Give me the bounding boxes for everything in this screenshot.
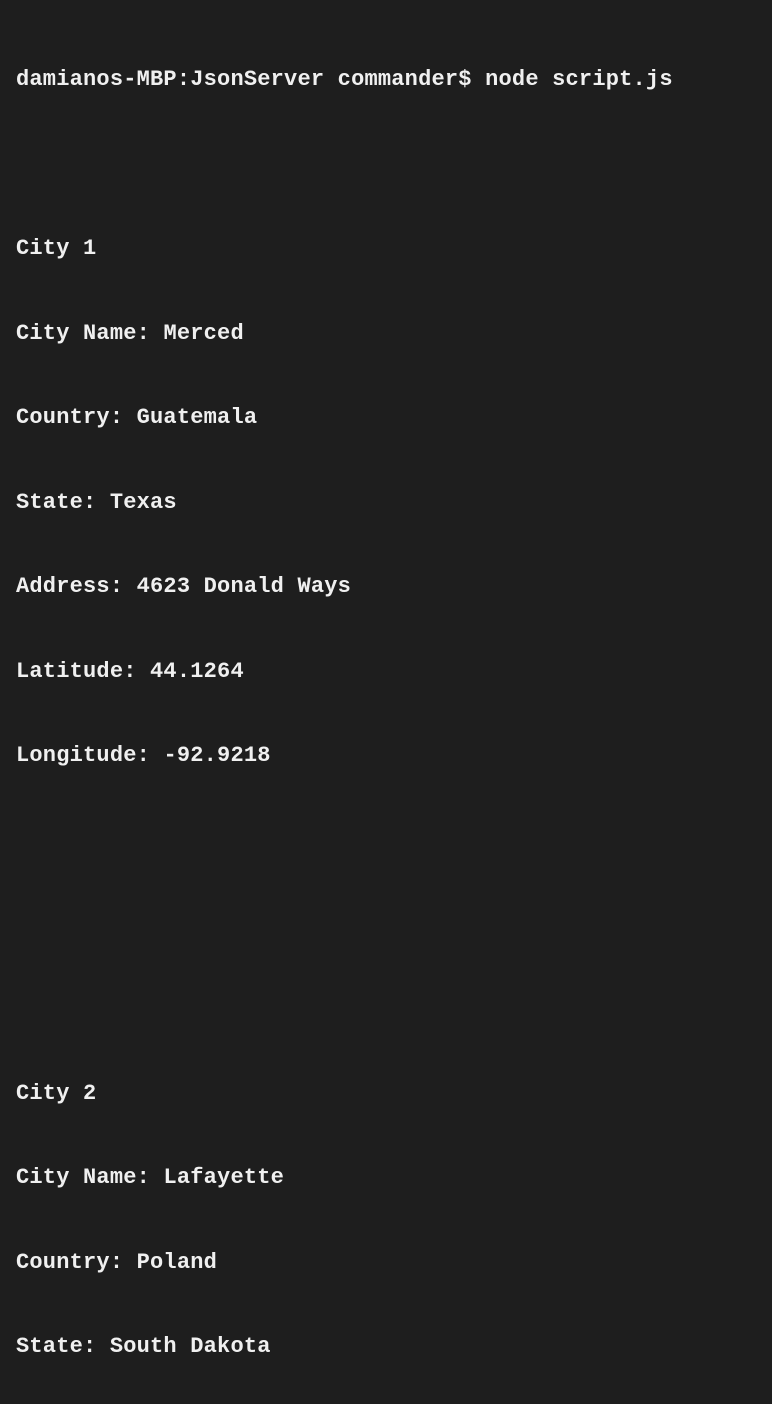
prompt-host: damianos-MBP [16,67,177,92]
latitude-row: Latitude: 44.1264 [16,658,756,686]
city-header: City 2 [16,1080,756,1108]
longitude-row: Longitude: -92.9218 [16,742,756,770]
city-name-row: City Name: Lafayette [16,1164,756,1192]
city-block-2: City 2 City Name: Lafayette Country: Pol… [16,1024,756,1404]
city-name-row: City Name: Merced [16,320,756,348]
prompt-line-1: damianos-MBP:JsonServer commander$ node … [16,66,756,94]
prompt-dir: JsonServer [190,67,324,92]
prompt-command: node script.js [485,67,673,92]
country-row: Country: Guatemala [16,404,756,432]
prompt-symbol: $ [458,67,471,92]
prompt-user: commander [338,67,459,92]
city-header: City 1 [16,235,756,263]
address-row: Address: 4623 Donald Ways [16,573,756,601]
state-row: State: South Dakota [16,1333,756,1361]
state-row: State: Texas [16,489,756,517]
terminal-output[interactable]: damianos-MBP:JsonServer commander$ node … [16,10,756,1404]
blank-line [16,911,756,939]
city-block-1: City 1 City Name: Merced Country: Guatem… [16,179,756,827]
country-row: Country: Poland [16,1249,756,1277]
